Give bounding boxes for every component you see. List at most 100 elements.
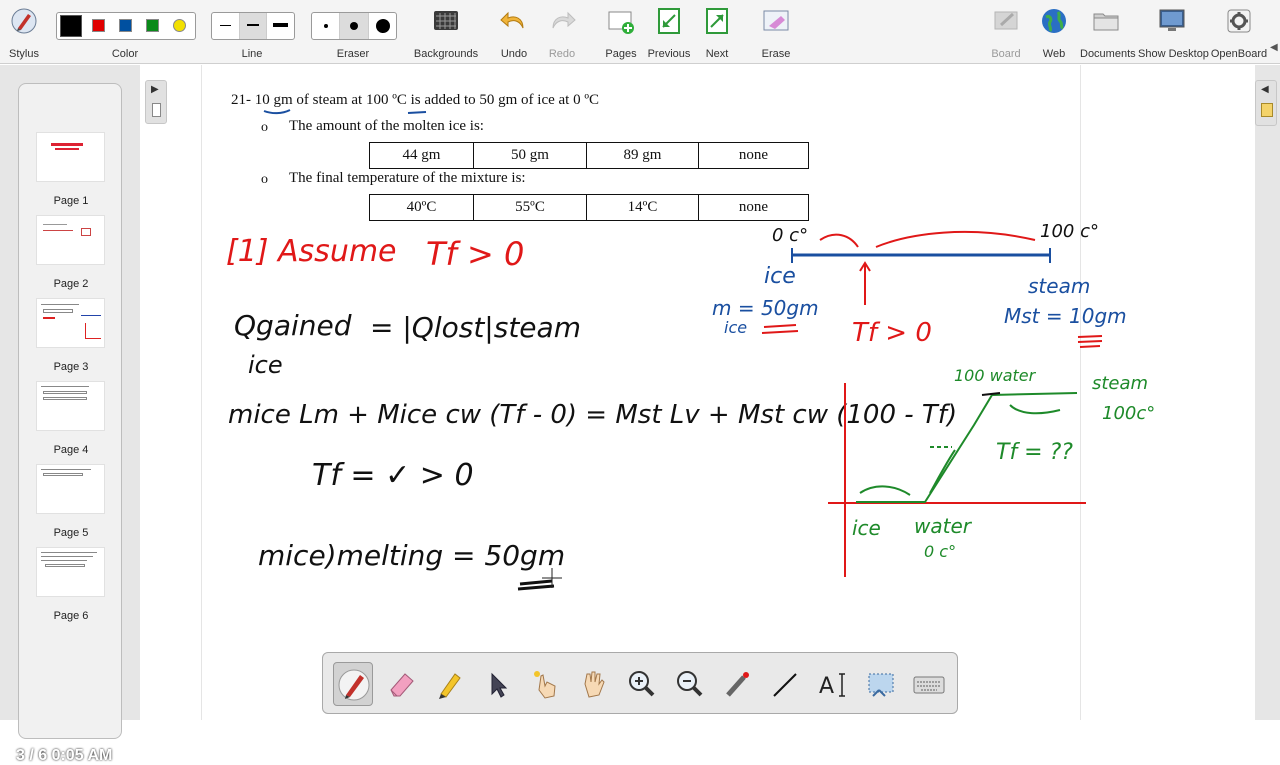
color-swatch-blue[interactable]	[119, 19, 132, 32]
add-page-icon	[608, 11, 634, 34]
ink-graph-100c: 100c°	[1102, 403, 1155, 424]
line-icon	[773, 673, 797, 697]
page-thumbnail-label: Page 1	[53, 195, 89, 207]
next-button[interactable]: Next	[698, 4, 736, 62]
pen-icon	[338, 669, 370, 701]
zoom-out-tool-button[interactable]	[669, 662, 709, 706]
page-thumbnail-4[interactable]	[36, 381, 105, 431]
ink-q-gained: Qgained	[234, 309, 352, 342]
toolbar-overflow-icon[interactable]: ◀	[1270, 42, 1280, 56]
eraser-medium[interactable]	[340, 13, 369, 39]
page-thumbnail-5[interactable]	[36, 464, 105, 514]
next-page-icon	[706, 8, 728, 34]
page-icon	[152, 103, 161, 117]
capture-tool-button[interactable]	[861, 662, 901, 706]
text-icon: A	[819, 673, 845, 699]
page-thumbnail-1[interactable]	[36, 132, 105, 182]
eraser-small[interactable]	[312, 13, 341, 39]
eraser-large[interactable]	[369, 13, 396, 39]
page-thumbnail-2[interactable]	[36, 215, 105, 265]
collapse-library-button[interactable]: ◀	[1255, 80, 1277, 126]
arrow-cursor-icon	[491, 672, 508, 698]
zoom-out-icon	[677, 671, 703, 697]
tool-palette: A	[322, 652, 958, 714]
color-swatch-red[interactable]	[92, 19, 105, 32]
library-icon	[1261, 103, 1273, 117]
collapse-left-arrow-icon: ▶	[151, 84, 159, 95]
erase-button[interactable]: Erase	[756, 4, 796, 62]
board-canvas[interactable]: 21- 10 gm of steam at 100 ºC is added to…	[140, 65, 1280, 720]
collapse-pages-button[interactable]: ▶	[145, 80, 167, 124]
color-picker	[56, 12, 196, 40]
ink-assume: [1] Assume	[226, 234, 397, 269]
pages-button[interactable]: Pages	[602, 4, 640, 62]
page-thumbnail-6[interactable]	[36, 547, 105, 597]
color-swatch-green[interactable]	[146, 19, 159, 32]
eraser-tool-button[interactable]	[381, 662, 421, 706]
interact-tool-button[interactable]	[525, 662, 565, 706]
hand-icon	[584, 671, 605, 698]
web-button[interactable]: Web	[1034, 4, 1074, 62]
line-tool-button[interactable]	[765, 662, 805, 706]
folder-icon	[1093, 13, 1119, 31]
ink-graph-0c: 0 c°	[924, 542, 956, 561]
backgrounds-button[interactable]: Backgrounds	[410, 4, 482, 62]
documents-button[interactable]: Documents	[1080, 4, 1136, 62]
ink-tf-positive: Tf > 0	[426, 235, 524, 273]
svg-text:A: A	[819, 674, 834, 699]
page-thumbnail-3[interactable]	[36, 298, 105, 348]
previous-button[interactable]: Previous	[646, 4, 692, 62]
ink-graph-tf: Tf = ??	[996, 440, 1073, 465]
selector-tool-button[interactable]	[477, 662, 517, 706]
line-thick[interactable]	[267, 13, 294, 39]
keyboard-tool-button[interactable]	[909, 662, 949, 706]
redo-icon	[552, 11, 576, 29]
marker-tool-button[interactable]	[429, 662, 469, 706]
ink-steam-mass: Mst = 10gm	[1004, 304, 1127, 328]
color-swatch-black[interactable]	[60, 15, 82, 37]
main-toolbar: Stylus Color Line Eraser Backgrounds Und…	[0, 0, 1280, 64]
ink-energy-equation: mice Lm + Mice cw (Tf - 0) = Mst Lv + Ms…	[228, 400, 957, 430]
stylus-button[interactable]: Stylus	[4, 4, 44, 62]
show-desktop-button[interactable]: Show Desktop	[1138, 4, 1209, 62]
zoom-in-tool-button[interactable]	[621, 662, 661, 706]
ink-graph-steam: steam	[1092, 373, 1148, 394]
undo-button[interactable]: Undo	[496, 4, 532, 62]
ink-100-water: 100 water	[954, 366, 1037, 385]
ink-ice-sub: ice	[248, 351, 283, 379]
page-thumbnail-list: Page 1 Page 2 Page 3 Page 4 Page 5 Page …	[18, 83, 122, 739]
line-medium[interactable]	[239, 13, 268, 39]
stylus-icon	[11, 8, 37, 34]
screen-capture-icon	[868, 673, 894, 697]
text-tool-button[interactable]: A	[813, 662, 853, 706]
ink-ice-mass: m = 50gm	[712, 296, 819, 320]
laser-pointer-icon	[726, 672, 749, 697]
openboard-button[interactable]: OpenBoard	[1210, 4, 1268, 62]
board-button[interactable]: Board	[986, 4, 1026, 62]
color-swatch-yellow[interactable]	[173, 19, 186, 32]
laser-pointer-tool-button[interactable]	[717, 662, 757, 706]
monitor-icon	[1159, 9, 1185, 31]
page-status-indicator: 3 / 6 0:05 AM	[16, 747, 113, 764]
ink-melting-mass: mice)melting = 50gm	[258, 539, 565, 572]
pen-tool-button[interactable]	[333, 662, 373, 706]
highlighter-icon	[439, 673, 461, 699]
collapse-right-arrow-icon: ◀	[1261, 84, 1269, 95]
ink-graph-water: water	[914, 514, 973, 538]
line-width-picker	[211, 12, 295, 40]
grid-background-icon	[434, 11, 458, 30]
pointing-hand-icon	[534, 671, 556, 699]
library-panel	[1255, 65, 1280, 720]
gear-icon	[1227, 9, 1251, 33]
page-thumbnail-label: Page 6	[53, 610, 89, 622]
ink-tf-arrow-label: Tf > 0	[852, 318, 932, 348]
redo-button[interactable]: Redo	[544, 4, 580, 62]
eraser-icon	[390, 673, 414, 697]
page-thumbnail-label: Page 3	[53, 361, 89, 373]
hand-tool-button[interactable]	[573, 662, 613, 706]
zoom-in-icon	[629, 671, 655, 697]
page-thumbnail-label: Page 2	[53, 278, 89, 290]
undo-icon	[500, 11, 524, 29]
line-thin[interactable]	[212, 13, 240, 39]
eraser-size-picker	[311, 12, 397, 40]
